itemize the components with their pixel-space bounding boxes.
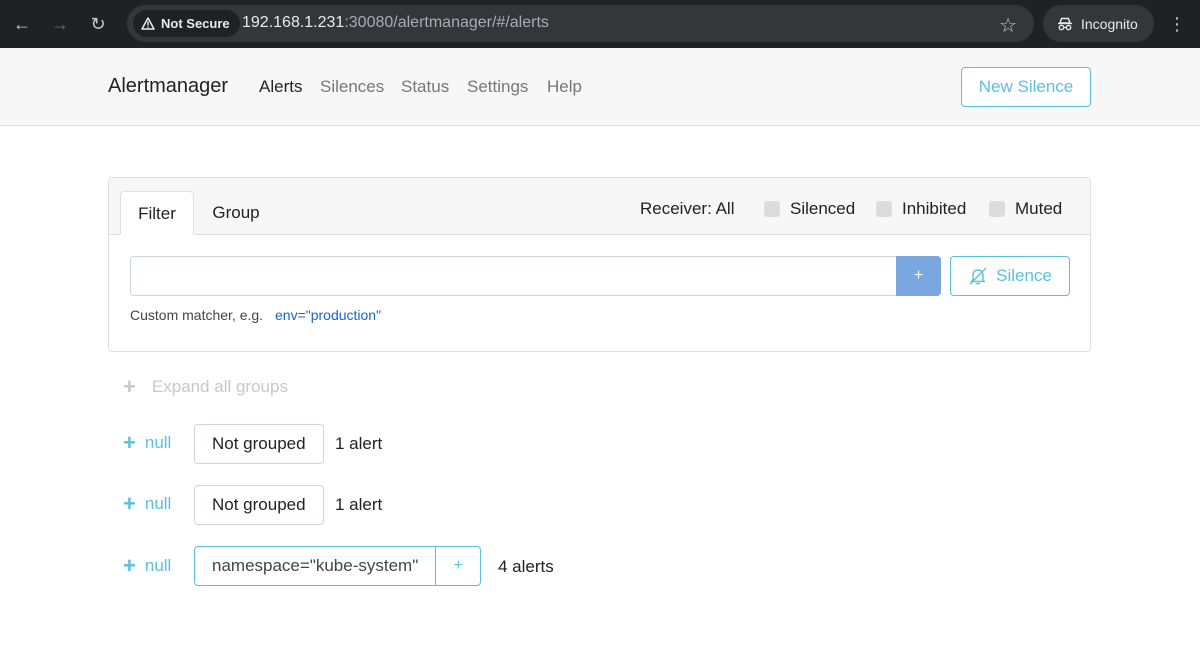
checkbox-label: Silenced [790,199,856,218]
expand-all-groups-button[interactable]: + Expand all groups [123,374,288,399]
nav-silences[interactable]: Silences [320,77,384,97]
plus-icon: + [123,553,136,578]
incognito-chip[interactable]: Incognito [1043,5,1154,42]
bell-slash-icon [969,267,987,285]
group-expand-toggle[interactable]: + null [123,553,172,578]
browser-toolbar: ← → ↻ Not Secure 192.168.1.231:30080/ale… [0,0,1200,48]
back-icon[interactable]: ← [10,12,34,36]
checkbox-label: Inhibited [902,199,967,218]
checkbox-box[interactable] [989,201,1005,217]
group-alert-count: 4 alerts [498,557,554,576]
nav-help[interactable]: Help [547,77,582,97]
matcher-hint-example[interactable]: env="production" [275,307,381,323]
group-receiver-label: null [144,556,172,575]
more-icon[interactable]: ⋮ [1168,12,1186,36]
group-receiver-label: null [144,433,172,452]
url-path: :30080/alertmanager/#/alerts [344,14,549,31]
plus-icon: + [123,491,136,516]
silenced-checkbox[interactable]: Silenced [764,199,855,219]
app-navbar: Alertmanager Alerts Silences Status Sett… [0,48,1200,126]
add-group-matcher-button[interactable]: + [435,546,482,586]
site-security-chip[interactable]: Not Secure [133,10,240,37]
group-label: Not grouped [194,485,324,525]
group-alert-count: 1 alert [335,495,383,514]
brand-title[interactable]: Alertmanager [108,75,228,98]
nav-alerts[interactable]: Alerts [259,77,302,97]
url-host: 192.168.1.231 [242,14,345,31]
security-label: Not Secure [161,16,230,31]
group-label: Not grouped [194,424,324,464]
group-receiver-label: null [144,494,172,513]
matcher-hint: Custom matcher, e.g. [130,307,264,323]
nav-settings[interactable]: Settings [467,77,528,97]
incognito-icon [1058,17,1072,30]
new-silence-button[interactable]: New Silence [961,67,1091,107]
expand-all-label: Expand all groups [151,377,288,396]
warning-icon [141,17,155,30]
group-matcher-label[interactable]: namespace="kube-system" [194,546,437,586]
muted-checkbox[interactable]: Muted [989,199,1062,219]
matcher-input[interactable] [130,256,896,296]
tab-filter[interactable]: Filter [120,191,194,235]
filter-card: Filter Group Receiver: All Silenced Inhi… [108,177,1091,352]
add-matcher-button[interactable]: + [896,256,941,296]
reload-icon[interactable]: ↻ [86,12,110,36]
group-alert-count: 1 alert [335,434,383,453]
group-expand-toggle[interactable]: + null [123,491,172,516]
forward-icon[interactable]: → [48,12,72,36]
silence-button[interactable]: Silence [950,256,1070,296]
filter-card-header: Filter Group Receiver: All Silenced Inhi… [109,178,1090,235]
nav-status[interactable]: Status [401,77,449,97]
checkbox-box[interactable] [876,201,892,217]
checkbox-label: Muted [1015,199,1063,218]
receiver-selector[interactable]: Receiver: All [640,199,734,219]
checkbox-box[interactable] [764,201,780,217]
plus-icon: + [123,374,136,399]
group-matcher: namespace="kube-system" + [194,546,482,586]
group-expand-toggle[interactable]: + null [123,430,172,455]
plus-icon: + [123,430,136,455]
inhibited-checkbox[interactable]: Inhibited [876,199,966,219]
tab-group[interactable]: Group [201,191,271,235]
profile-label: Incognito [1081,15,1138,32]
address-bar[interactable]: Not Secure 192.168.1.231:30080/alertmana… [127,5,1034,42]
silence-button-label: Silence [996,266,1052,285]
star-icon[interactable]: ☆ [999,13,1017,38]
url-text: 192.168.1.231:30080/alertmanager/#/alert… [242,14,549,32]
